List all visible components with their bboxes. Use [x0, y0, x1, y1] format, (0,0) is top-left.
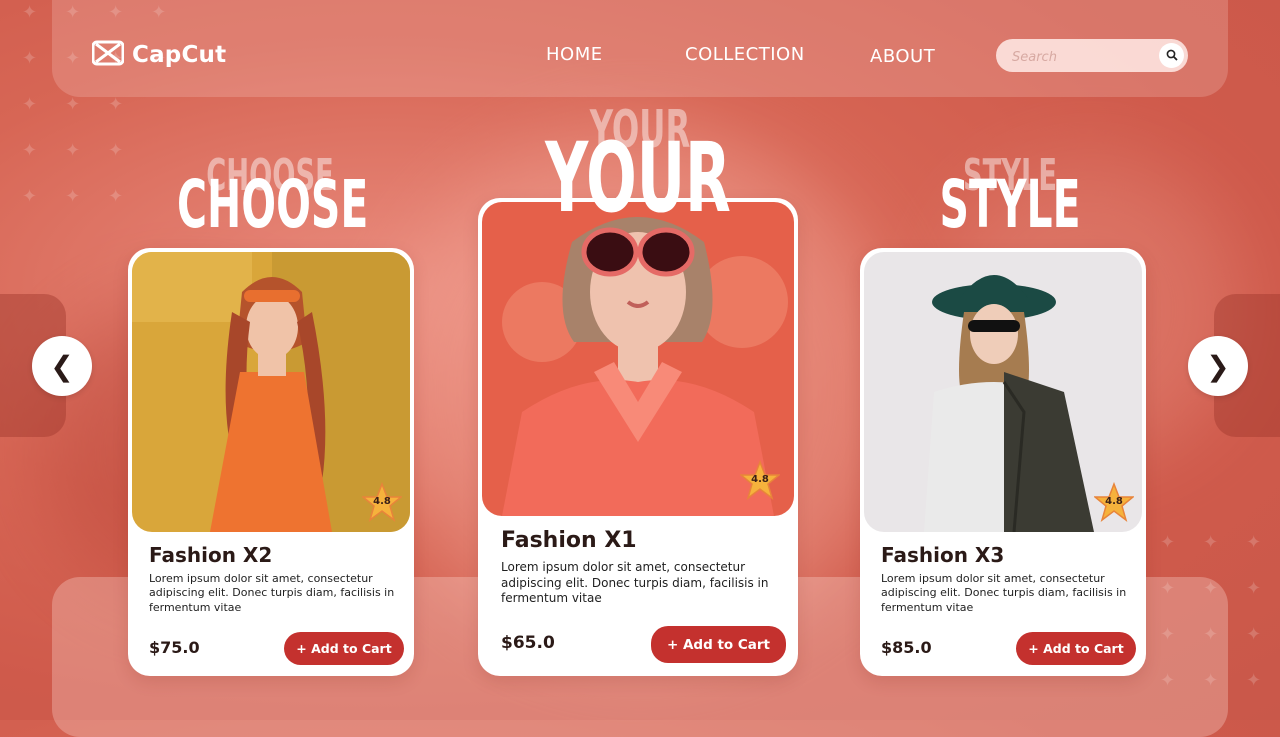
brand-logo[interactable]: CapCut [91, 40, 227, 70]
search-bar [996, 39, 1188, 72]
add-to-cart-button[interactable]: + Add to Cart [651, 626, 786, 663]
hero-word-style: STYLE [939, 166, 1081, 243]
chevron-right-icon: ❯ [1206, 349, 1230, 383]
search-input[interactable] [1010, 46, 1154, 68]
search-icon [1166, 46, 1178, 65]
rating-badge: 4.8 [1094, 482, 1134, 522]
nav-link-home[interactable]: HOME [546, 44, 603, 65]
rating-value: 4.8 [751, 474, 769, 485]
search-button[interactable] [1159, 43, 1184, 68]
hero-word-choose: CHOOSE [177, 166, 369, 243]
product-card-fashion-x2[interactable]: 4.8 Fashion X2 Lorem ipsum dolor sit ame… [128, 248, 414, 676]
product-title: Fashion X2 [149, 543, 273, 567]
chevron-left-icon: ❮ [50, 349, 74, 383]
product-price: $75.0 [149, 638, 200, 657]
top-navbar: CapCut HOME COLLECTION ABOUT [52, 0, 1228, 97]
rating-value: 4.8 [373, 496, 391, 507]
product-title: Fashion X3 [881, 543, 1005, 567]
add-to-cart-button[interactable]: + Add to Cart [284, 632, 404, 665]
nav-link-collection[interactable]: COLLECTION [685, 44, 805, 65]
capcut-logo-icon [91, 40, 125, 70]
carousel-prev-button[interactable]: ❮ [32, 336, 92, 396]
product-title: Fashion X1 [501, 528, 637, 553]
add-to-cart-button[interactable]: + Add to Cart [1016, 632, 1136, 665]
hero-word-your: YOUR [545, 122, 731, 234]
product-description: Lorem ipsum dolor sit amet, consectetur … [881, 572, 1127, 614]
carousel-next-button[interactable]: ❯ [1188, 336, 1248, 396]
rating-badge: 4.8 [740, 460, 780, 500]
rating-badge: 4.8 [362, 482, 402, 522]
product-description: Lorem ipsum dolor sit amet, consectetur … [149, 572, 395, 614]
product-price: $85.0 [881, 638, 932, 657]
rating-value: 4.8 [1105, 496, 1123, 507]
product-card-fashion-x1[interactable]: 4.8 Fashion X1 Lorem ipsum dolor sit ame… [478, 198, 798, 676]
product-price: $65.0 [501, 633, 555, 653]
product-description: Lorem ipsum dolor sit amet, consectetur … [501, 560, 769, 606]
nav-link-about[interactable]: ABOUT [870, 46, 935, 67]
product-card-fashion-x3[interactable]: 4.8 Fashion X3 Lorem ipsum dolor sit ame… [860, 248, 1146, 676]
brand-name: CapCut [132, 42, 227, 68]
